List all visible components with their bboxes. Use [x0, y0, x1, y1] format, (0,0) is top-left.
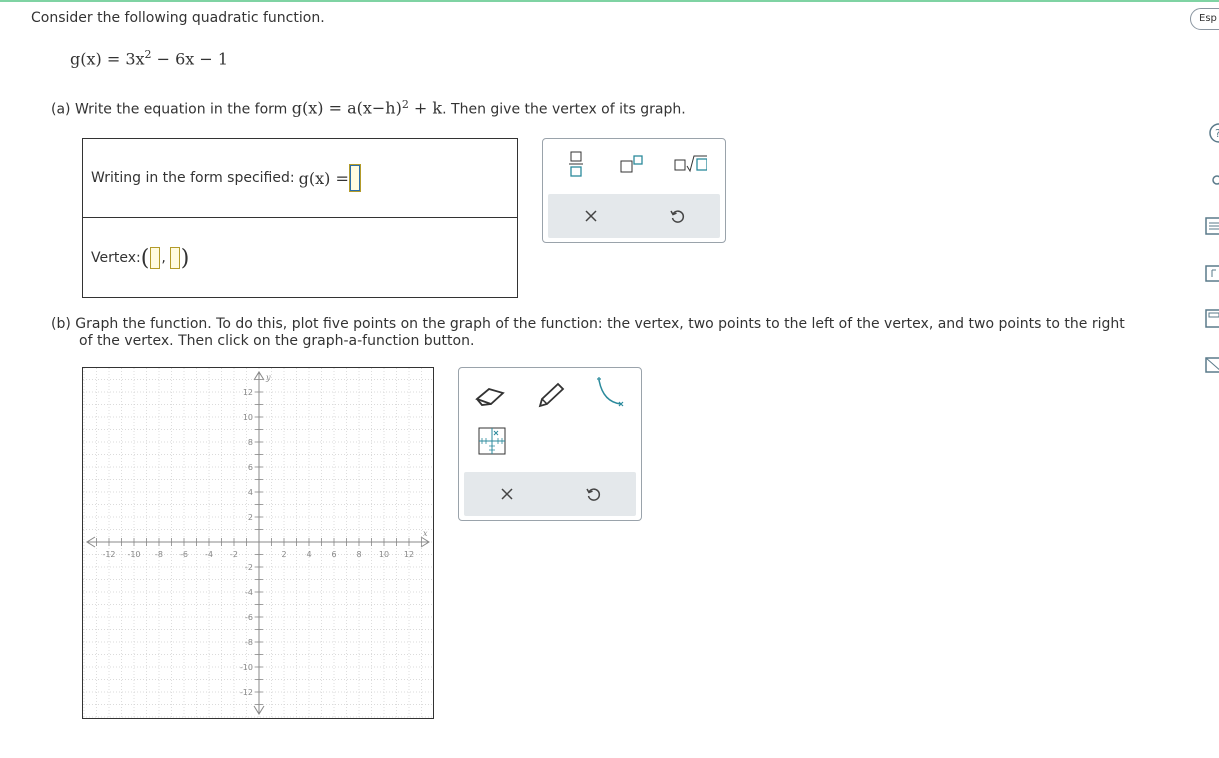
graph-palette-footer	[464, 472, 636, 516]
part-a-instructions: (a) Write the equation in the form g(x) …	[51, 98, 686, 118]
vertex-x-input[interactable]	[150, 247, 161, 269]
clear-button[interactable]	[574, 201, 608, 231]
part-a-form-end: + k	[408, 98, 443, 118]
graph-function-icon	[478, 427, 506, 455]
form-math: g(x) =	[298, 168, 349, 188]
coordinate-graph[interactable]: -12 -10 -8 -6 -4 -2 2 4 6 8 10 12 12 10 8 6 4 2 -2 -4 -6 -8 -1…	[82, 367, 434, 719]
vertex-y-input[interactable]	[169, 247, 180, 269]
pencil-icon	[538, 382, 565, 408]
function-lhs: g(x) = 3x	[70, 49, 145, 69]
exponent-icon	[620, 155, 643, 173]
function-definition: g(x) = 3x2 − 6x − 1	[70, 48, 228, 68]
function-exponent: 2	[144, 48, 152, 61]
undo-button[interactable]	[660, 201, 694, 231]
y-tick-label: -8	[245, 638, 253, 647]
nth-root-button[interactable]	[673, 149, 707, 179]
x-tick-label: -4	[205, 550, 213, 559]
x-tick-label: 12	[404, 550, 414, 559]
x-tick-label: -8	[155, 550, 163, 559]
part-b-line-1: (b) Graph the function. To do this, plot…	[51, 316, 1125, 332]
graph-canvas[interactable]: -12 -10 -8 -6 -4 -2 2 4 6 8 10 12 12 10 8 6 4 2 -2 -4 -6 -8 -1…	[83, 368, 433, 718]
y-tick-label: 12	[243, 388, 253, 397]
y-tick-label: -2	[245, 563, 253, 572]
pencil-button[interactable]	[533, 380, 567, 410]
x-tick-label: -10	[127, 550, 140, 559]
y-tick-label: 6	[248, 463, 253, 472]
vertex-comma: ,	[161, 250, 166, 266]
x-axis-label: x	[423, 529, 428, 538]
eraser-button[interactable]	[473, 380, 507, 410]
graph-clear-button[interactable]	[490, 479, 524, 509]
fraction-button[interactable]	[559, 149, 593, 179]
part-a-exponent: 2	[401, 98, 409, 111]
x-tick-label: -6	[180, 550, 188, 559]
math-palette	[542, 138, 726, 243]
y-tick-label: -4	[245, 588, 253, 597]
x-tick-label: -12	[102, 550, 115, 559]
exponent-button[interactable]	[615, 149, 649, 179]
y-tick-label: -12	[240, 688, 253, 697]
vertex-open-paren: (	[140, 245, 150, 271]
fraction-icon	[569, 151, 583, 177]
svg-text:?: ?	[1215, 127, 1219, 140]
top-accent-line	[0, 0, 1219, 2]
x-tick-label: -2	[230, 550, 238, 559]
spanish-language-button[interactable]: Esp	[1190, 8, 1219, 30]
y-tick-label: 10	[243, 413, 253, 422]
vertex-label: Vertex:	[91, 250, 141, 266]
help-icon[interactable]: ?	[1203, 123, 1219, 143]
square-root-icon	[674, 155, 707, 173]
y-tick-label: -10	[240, 663, 253, 672]
palette-footer	[548, 194, 720, 238]
part-a-vertex-form: g(x) = a(x−h)	[291, 98, 402, 118]
part-a-suffix: . Then give the vertex of its graph.	[442, 101, 686, 118]
part-a-prefix: (a) Write the equation in the form	[51, 101, 292, 118]
y-tick-label: 2	[248, 513, 253, 522]
calculator-icon[interactable]	[1203, 308, 1219, 328]
undo-icon	[586, 488, 601, 501]
y-tick-label: 8	[248, 438, 253, 447]
y-tick-label: -6	[245, 613, 253, 622]
y-axis-label: y	[265, 373, 271, 382]
form-answer-input[interactable]	[348, 164, 361, 192]
part-b-line-2: of the vertex. Then click on the graph-a…	[79, 333, 475, 349]
answer-box: Writing in the form specified: g(x) = Ve…	[82, 138, 518, 298]
message-icon[interactable]	[1203, 355, 1219, 375]
function-rhs: − 6x − 1	[151, 49, 229, 69]
x-tick-label: 2	[281, 550, 286, 559]
question-intro: Consider the following quadratic functio…	[31, 10, 325, 26]
x-tick-label: 10	[379, 550, 389, 559]
graph-function-button[interactable]	[475, 426, 509, 456]
clear-icon	[501, 488, 513, 500]
part-b-instructions: (b) Graph the function. To do this, plot…	[51, 316, 1151, 350]
info-icon[interactable]	[1203, 170, 1219, 190]
x-tick-label: 8	[356, 550, 361, 559]
textbook-icon[interactable]	[1203, 264, 1219, 284]
form-label: Writing in the form specified:	[91, 170, 295, 186]
x-tick-label: 6	[331, 550, 336, 559]
parabola-icon	[597, 377, 624, 407]
eraser-icon	[475, 388, 505, 406]
notes-icon[interactable]	[1203, 216, 1219, 236]
vertex-answer-row: Vertex: ( , )	[83, 218, 517, 298]
x-tick-label: 4	[306, 550, 311, 559]
graph-undo-button[interactable]	[576, 479, 610, 509]
graph-palette	[458, 367, 642, 521]
vertex-close-paren: )	[180, 245, 190, 271]
parabola-button[interactable]	[593, 377, 627, 408]
y-tick-label: 4	[248, 488, 253, 497]
clear-icon	[585, 210, 597, 222]
form-answer-row: Writing in the form specified: g(x) =	[83, 139, 517, 218]
undo-icon	[670, 210, 685, 223]
